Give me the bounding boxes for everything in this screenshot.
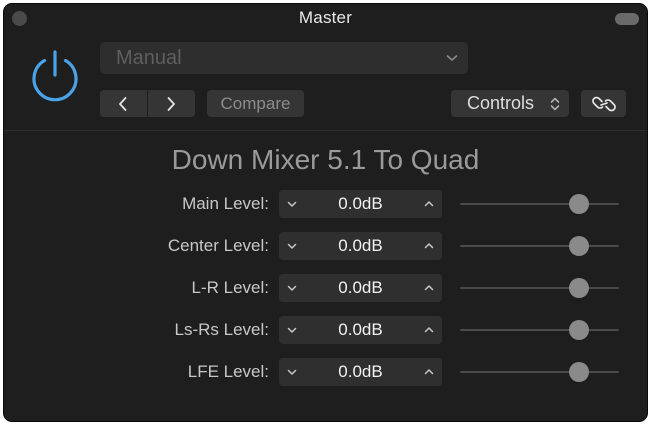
chevron-down-icon[interactable] — [285, 282, 299, 294]
plugin-window: Master Manual Compare Controls Down Mixe… — [3, 3, 648, 422]
parameter-value[interactable]: 0.0dB — [309, 320, 412, 340]
link-button[interactable] — [581, 90, 626, 117]
power-icon — [32, 50, 78, 102]
chevron-left-icon — [119, 97, 127, 111]
power-button[interactable] — [27, 48, 83, 104]
level-slider[interactable] — [460, 371, 619, 373]
value-stepper[interactable]: 0.0dB — [279, 232, 442, 260]
slider-knob[interactable] — [569, 278, 590, 298]
parameter-row: Ls-Rs Level: 0.0dB — [4, 316, 647, 344]
header-divider — [4, 130, 647, 131]
preset-value: Manual — [116, 47, 182, 69]
chevron-up-icon[interactable] — [422, 282, 436, 294]
chevron-up-icon[interactable] — [422, 324, 436, 336]
parameter-label: Center Level: — [167, 236, 269, 255]
slider-knob[interactable] — [569, 320, 590, 340]
parameter-value[interactable]: 0.0dB — [309, 278, 412, 298]
parameter-value[interactable]: 0.0dB — [309, 194, 412, 214]
parameter-row: L-R Level: 0.0dB — [4, 274, 647, 302]
level-slider[interactable] — [460, 245, 619, 247]
next-preset-button[interactable] — [148, 90, 195, 117]
resize-button[interactable] — [615, 13, 639, 25]
slider-knob[interactable] — [569, 362, 590, 382]
window-title: Master — [298, 8, 353, 27]
link-icon — [592, 96, 616, 112]
parameter-value[interactable]: 0.0dB — [309, 362, 412, 382]
chevron-up-icon[interactable] — [422, 240, 436, 252]
parameter-label: Main Level: — [182, 194, 269, 213]
value-stepper[interactable]: 0.0dB — [279, 190, 442, 218]
preset-select[interactable]: Manual — [100, 42, 468, 74]
level-slider[interactable] — [460, 287, 619, 289]
chevron-right-icon — [167, 97, 175, 111]
parameter-label: L-R Level: — [191, 278, 269, 297]
parameter-row: LFE Level: 0.0dB — [4, 358, 647, 386]
parameter-row: Main Level: 0.0dB — [4, 190, 647, 218]
title-bar[interactable]: Master — [4, 4, 647, 32]
chevron-up-icon[interactable] — [422, 366, 436, 378]
view-mode-select[interactable]: Controls — [451, 90, 569, 117]
compare-button[interactable]: Compare — [207, 90, 304, 117]
chevron-down-icon[interactable] — [285, 198, 299, 210]
chevron-down-icon — [446, 55, 458, 61]
level-slider[interactable] — [460, 329, 619, 331]
chevron-down-icon[interactable] — [285, 240, 299, 252]
parameter-row: Center Level: 0.0dB — [4, 232, 647, 260]
slider-knob[interactable] — [569, 236, 590, 256]
value-stepper[interactable]: 0.0dB — [279, 316, 442, 344]
chevron-up-icon[interactable] — [422, 198, 436, 210]
chevron-down-icon[interactable] — [285, 324, 299, 336]
view-mode-label: Controls — [467, 93, 535, 113]
level-slider[interactable] — [460, 203, 619, 205]
parameter-value[interactable]: 0.0dB — [309, 236, 412, 256]
up-down-chevron-icon — [550, 97, 560, 111]
value-stepper[interactable]: 0.0dB — [279, 358, 442, 386]
chevron-down-icon[interactable] — [285, 366, 299, 378]
parameter-label: Ls-Rs Level: — [174, 320, 269, 339]
value-stepper[interactable]: 0.0dB — [279, 274, 442, 302]
plugin-title: Down Mixer 5.1 To Quad — [171, 144, 480, 175]
previous-preset-button[interactable] — [100, 90, 147, 117]
slider-knob[interactable] — [569, 194, 590, 214]
parameter-label: LFE Level: — [187, 362, 269, 381]
